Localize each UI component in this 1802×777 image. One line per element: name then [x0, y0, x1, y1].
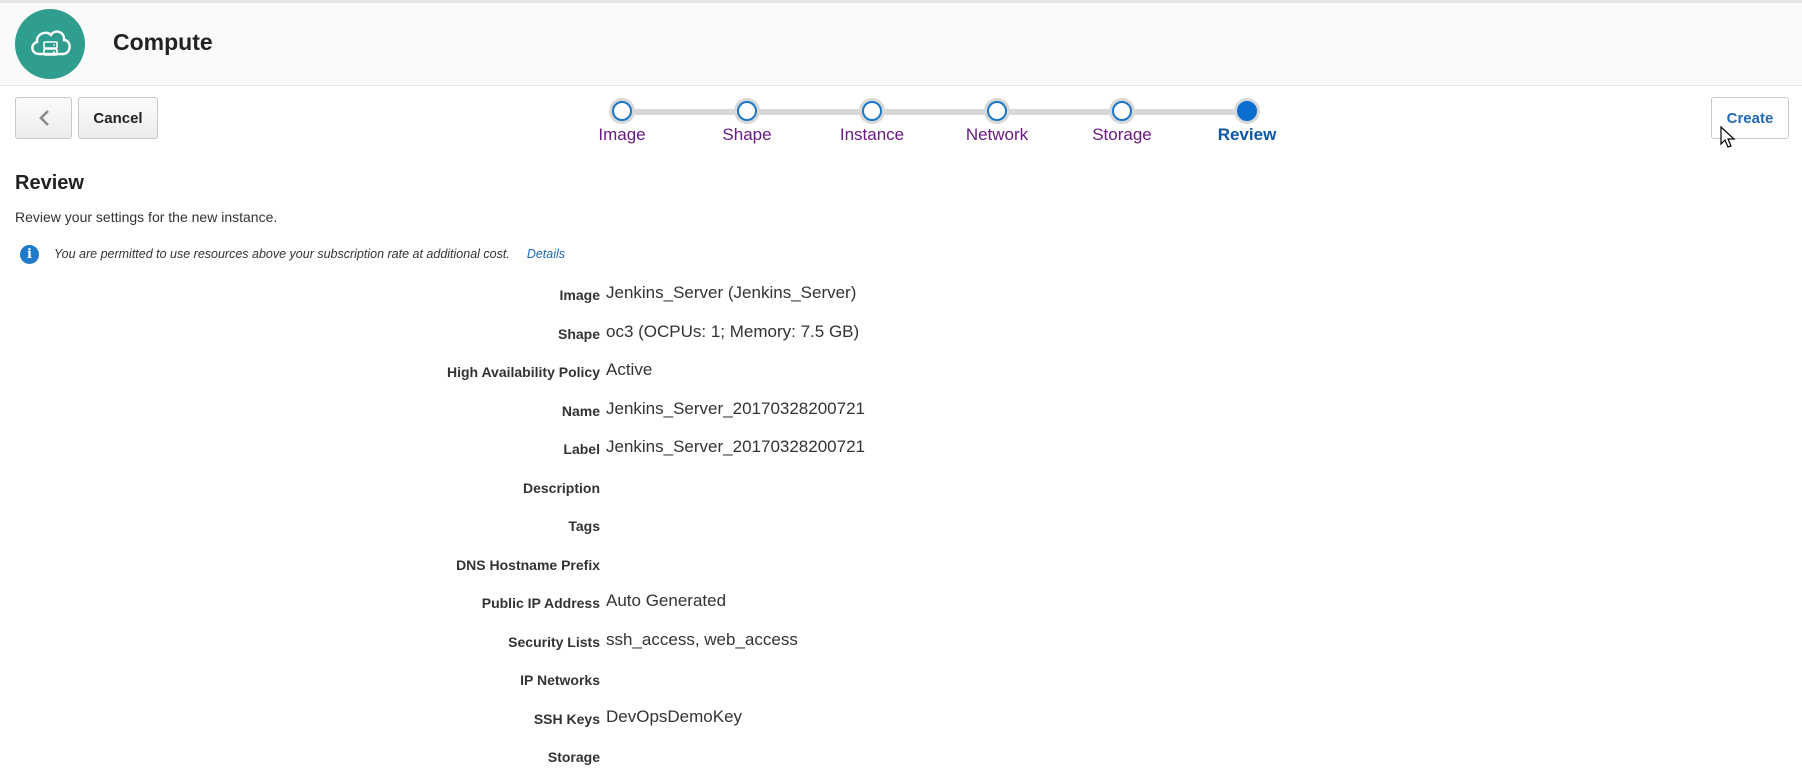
field-label: Public IP Address: [481, 595, 600, 611]
field-label: High Availability Policy: [446, 364, 600, 380]
field-label: Shape: [557, 325, 600, 342]
step-indicator: [1112, 101, 1132, 121]
train-step-review: Review: [1192, 100, 1302, 145]
field-value: oc3 (OCPUs: 1; Memory: 7.5 GB): [606, 321, 860, 341]
info-icon: i: [20, 244, 39, 264]
step-indicator: [862, 101, 882, 121]
field-label: IP Networks: [520, 672, 600, 688]
field-row-description: Description: [0, 469, 1200, 508]
app-header: Compute: [0, 3, 1802, 86]
cloud-server-icon: [15, 9, 85, 79]
info-text: You are permitted to use resources above…: [54, 247, 510, 261]
step-label: Instance: [839, 125, 905, 144]
step-indicator: [987, 101, 1007, 121]
field-label: Security Lists: [508, 633, 600, 650]
step-indicator: [737, 101, 757, 121]
back-button[interactable]: [15, 97, 72, 139]
train-step-storage[interactable]: Storage: [1067, 100, 1177, 145]
field-label: Name: [561, 402, 600, 419]
step-label: Network: [965, 125, 1029, 144]
field-value: Active: [606, 360, 653, 379]
step-label: Review: [1217, 125, 1277, 144]
field-row-ssh-keys: SSH Keys DevOpsDemoKey: [0, 700, 1200, 739]
field-value: Jenkins_Server_20170328200721: [606, 437, 865, 456]
field-value: Jenkins_Server_20170328200721: [606, 398, 865, 418]
train-step-image[interactable]: Image: [567, 100, 677, 145]
field-row-name: Name Jenkins_Server_20170328200721: [0, 392, 1200, 431]
field-value: Jenkins_Server (Jenkins_Server): [606, 283, 857, 302]
step-indicator: [1237, 101, 1257, 121]
field-row-security-lists: Security Lists ssh_access, web_access: [0, 623, 1200, 662]
mouse-cursor-icon: [1720, 126, 1736, 148]
step-label: Shape: [722, 125, 772, 144]
details-link[interactable]: Details: [527, 247, 565, 261]
field-row-high-availability-policy: High Availability Policy Active: [0, 353, 1200, 392]
field-row-dns-hostname-prefix: DNS Hostname Prefix: [0, 546, 1200, 585]
cancel-button[interactable]: Cancel: [78, 97, 158, 139]
field-value: DevOpsDemoKey: [606, 706, 743, 726]
field-row-label: Label Jenkins_Server_20170328200721: [0, 430, 1200, 469]
train-step-shape[interactable]: Shape: [692, 100, 802, 145]
field-label: SSH Keys: [533, 710, 600, 727]
field-label: Description: [522, 479, 600, 496]
info-message: i You are permitted to use resources abo…: [20, 243, 565, 265]
train-step-instance[interactable]: Instance: [817, 100, 927, 145]
step-label: Image: [598, 125, 646, 144]
section-title: Review: [15, 172, 84, 194]
field-label: DNS Hostname Prefix: [456, 556, 600, 573]
field-row-ip-networks: IP Networks: [0, 661, 1200, 700]
field-label: Tags: [568, 518, 600, 534]
field-label: Image: [559, 287, 600, 303]
step-indicator: [612, 101, 632, 121]
app-title: Compute: [113, 29, 213, 55]
field-label: Label: [563, 441, 600, 457]
wizard-train: Image Shape Instance Network Storage Rev…: [585, 100, 1285, 160]
train-step-network[interactable]: Network: [942, 100, 1052, 145]
review-fields: Image Jenkins_Server (Jenkins_Server) Sh…: [0, 276, 1200, 777]
field-value: ssh_access, web_access: [606, 629, 798, 649]
chevron-left-icon: [38, 110, 49, 126]
step-label: Storage: [1092, 125, 1152, 144]
field-value: Auto Generated: [606, 591, 727, 610]
field-row-image: Image Jenkins_Server (Jenkins_Server): [0, 276, 1200, 315]
field-row-public-ip-address: Public IP Address Auto Generated: [0, 584, 1200, 623]
section-description: Review your settings for the new instanc…: [15, 209, 278, 225]
field-row-tags: Tags: [0, 507, 1200, 546]
field-label: Storage: [547, 749, 600, 765]
field-row-storage: Storage: [0, 738, 1200, 777]
field-row-shape: Shape oc3 (OCPUs: 1; Memory: 7.5 GB): [0, 315, 1200, 354]
